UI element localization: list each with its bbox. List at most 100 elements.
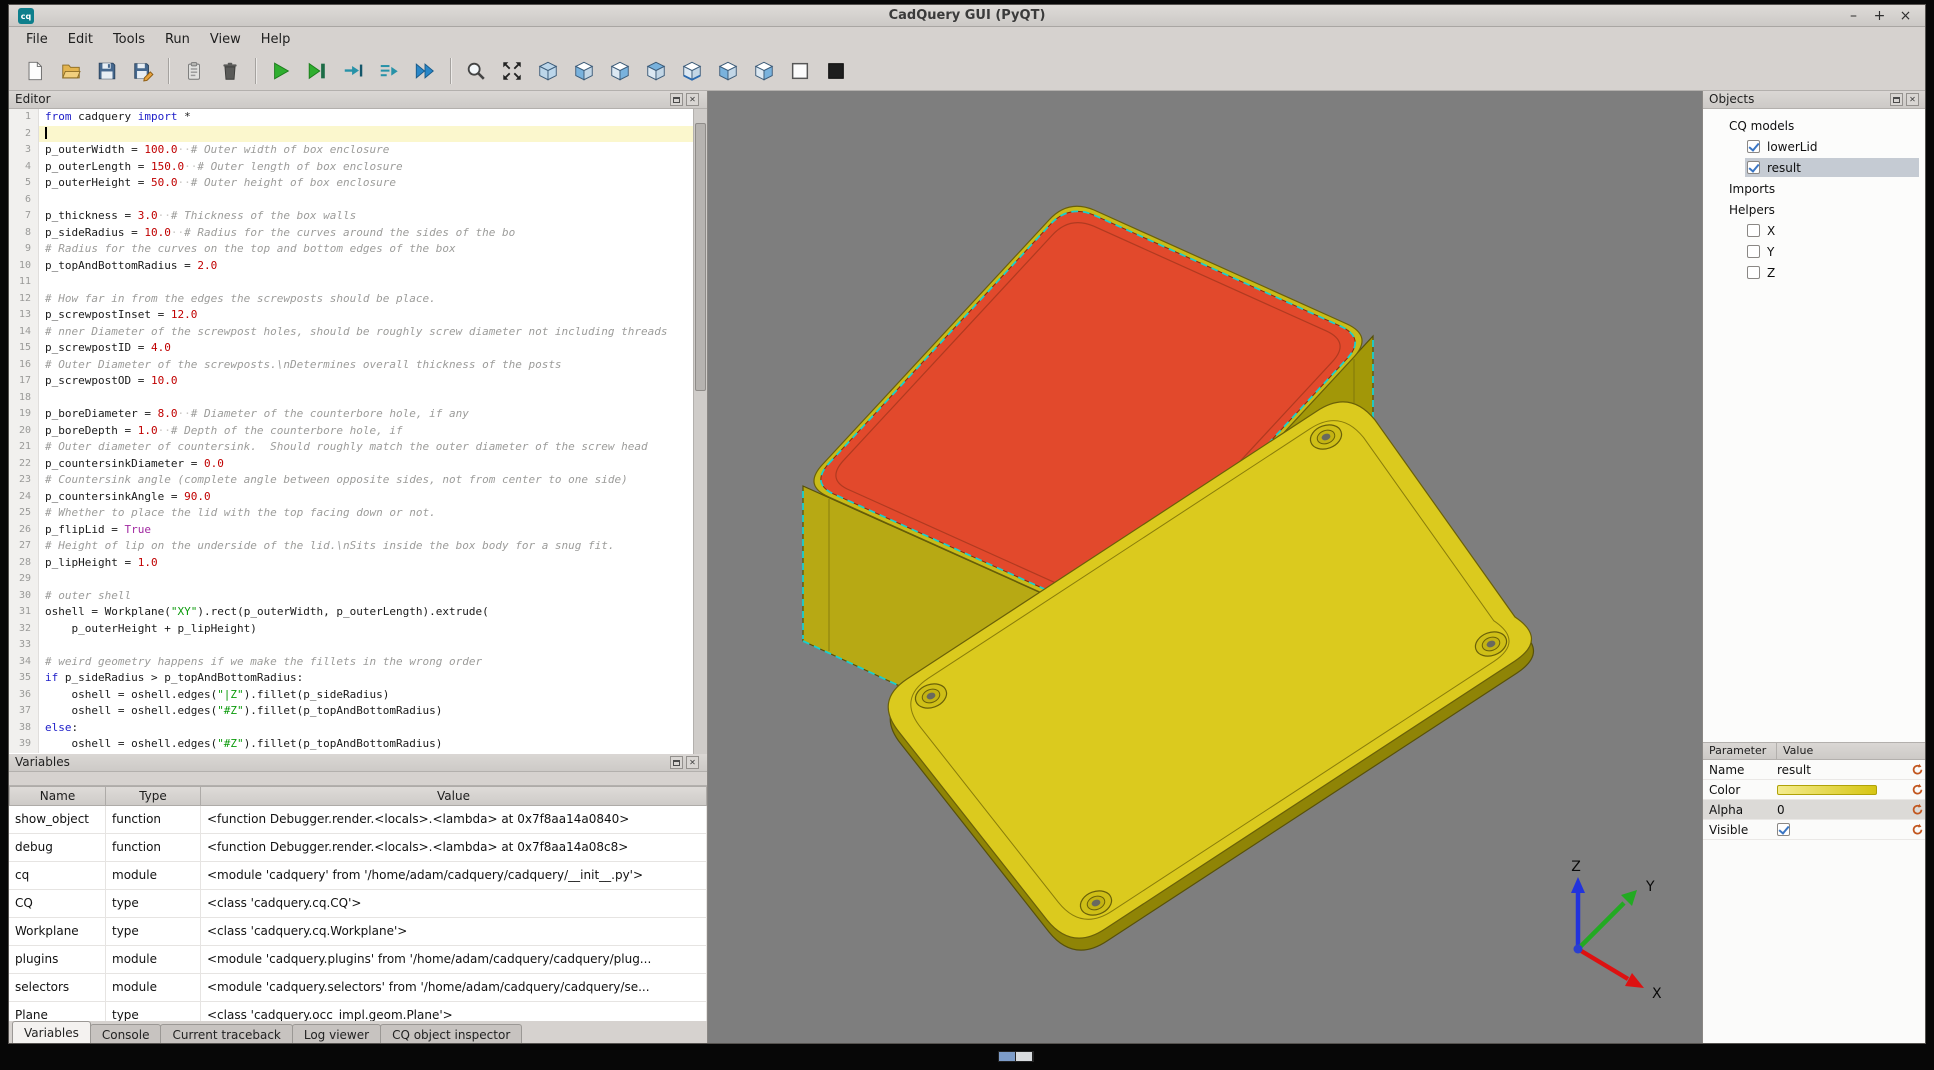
code-line-11[interactable]: 11 [9, 274, 693, 291]
param-value-color[interactable] [1777, 785, 1907, 795]
editor-close-button[interactable]: ✕ [686, 93, 699, 106]
open-file-button[interactable] [57, 57, 85, 85]
code-line-25[interactable]: 25# Whether to place the lid with the to… [9, 505, 693, 522]
code-line-3[interactable]: 3p_outerWidth = 100.0··# Outer width of … [9, 142, 693, 159]
maximize-button[interactable]: + [1872, 6, 1887, 26]
code-line-7[interactable]: 7p_thickness = 3.0··# Thickness of the b… [9, 208, 693, 225]
delete-button[interactable] [216, 57, 244, 85]
tree-item-lowerlid[interactable]: lowerLid [1703, 136, 1926, 157]
code-line-5[interactable]: 5p_outerHeight = 50.0··# Outer height of… [9, 175, 693, 192]
menu-item-edit[interactable]: Edit [58, 30, 103, 49]
code-line-24[interactable]: 24p_countersinkAngle = 90.0 [9, 489, 693, 506]
code-line-1[interactable]: 1from cadquery import * [9, 109, 693, 126]
code-line-9[interactable]: 9# Radius for the curves on the top and … [9, 241, 693, 258]
code-line-8[interactable]: 8p_sideRadius = 10.0··# Radius for the c… [9, 225, 693, 242]
code-line-30[interactable]: 30# outer shell [9, 588, 693, 605]
variables-column-header[interactable]: Value [201, 786, 707, 806]
variables-row-plane[interactable]: Planetype<class 'cadquery.occ_impl.geom.… [9, 1002, 707, 1021]
code-line-26[interactable]: 26p_flipLid = True [9, 522, 693, 539]
code-editor[interactable]: 1from cadquery import *23p_outerWidth = … [9, 109, 693, 754]
visible-checkbox[interactable] [1777, 823, 1790, 836]
code-line-33[interactable]: 33 [9, 637, 693, 654]
continue-button[interactable] [411, 57, 439, 85]
tree-item-result[interactable]: result [1703, 157, 1926, 178]
variables-close-button[interactable]: ✕ [686, 756, 699, 769]
code-line-19[interactable]: 19p_boreDiameter = 8.0··# Diameter of th… [9, 406, 693, 423]
save-as-button[interactable] [129, 57, 157, 85]
desktop-pager[interactable] [998, 1051, 1034, 1062]
tree-item-cq-models[interactable]: CQ models [1703, 115, 1926, 136]
variables-row-plugins[interactable]: pluginsmodule<module 'cadquery.plugins' … [9, 946, 707, 974]
code-line-28[interactable]: 28p_lipHeight = 1.0 [9, 555, 693, 572]
view-iso-button[interactable] [534, 57, 562, 85]
viewport-canvas[interactable]: Z Y X [708, 91, 1703, 1044]
code-line-32[interactable]: 32 p_outerHeight + p_lipHeight) [9, 621, 693, 638]
code-line-14[interactable]: 14# nner Diameter of the screwpost holes… [9, 324, 693, 341]
x-checkbox[interactable] [1747, 224, 1760, 237]
menu-item-run[interactable]: Run [155, 30, 200, 49]
minimize-button[interactable]: – [1846, 6, 1861, 26]
code-line-39[interactable]: 39 oshell = oshell.edges("#Z").fillet(p_… [9, 736, 693, 753]
reset-button[interactable] [1907, 763, 1926, 776]
copy-button[interactable] [180, 57, 208, 85]
view-front-button[interactable] [570, 57, 598, 85]
zoom-button[interactable] [462, 57, 490, 85]
code-line-36[interactable]: 36 oshell = oshell.edges("|Z").fillet(p_… [9, 687, 693, 704]
fit-view-button[interactable] [498, 57, 526, 85]
z-checkbox[interactable] [1747, 266, 1760, 279]
tab-log-viewer[interactable]: Log viewer [292, 1024, 381, 1044]
reset-button[interactable] [1907, 783, 1926, 796]
debug-button[interactable] [303, 57, 331, 85]
code-line-29[interactable]: 29 [9, 571, 693, 588]
code-line-22[interactable]: 22p_countersinkDiameter = 0.0 [9, 456, 693, 473]
tree-item-z[interactable]: Z [1703, 262, 1926, 283]
code-line-21[interactable]: 21# Outer diameter of countersink. Shoul… [9, 439, 693, 456]
variables-column-header[interactable]: Type [106, 786, 201, 806]
code-line-34[interactable]: 34# weird geometry happens if we make th… [9, 654, 693, 671]
code-line-4[interactable]: 4p_outerLength = 150.0··# Outer length o… [9, 159, 693, 176]
code-line-6[interactable]: 6 [9, 192, 693, 209]
code-line-18[interactable]: 18 [9, 390, 693, 407]
variables-float-button[interactable] [670, 756, 683, 769]
workspace-cell[interactable] [1016, 1052, 1032, 1061]
code-line-31[interactable]: 31oshell = Workplane("XY").rect(p_outerW… [9, 604, 693, 621]
code-line-13[interactable]: 13p_screwpostInset = 12.0 [9, 307, 693, 324]
view-top-button[interactable] [642, 57, 670, 85]
y-checkbox[interactable] [1747, 245, 1760, 258]
tab-current-traceback[interactable]: Current traceback [160, 1024, 292, 1044]
variables-row-show-object[interactable]: show_objectfunction<function Debugger.re… [9, 806, 707, 834]
step-into-button[interactable] [339, 57, 367, 85]
wireframe-button[interactable] [786, 57, 814, 85]
tree-item-imports[interactable]: Imports [1703, 178, 1926, 199]
menu-item-view[interactable]: View [200, 30, 251, 49]
objects-close-button[interactable]: ✕ [1906, 93, 1919, 106]
variables-row-workplane[interactable]: Workplanetype<class 'cadquery.cq.Workpla… [9, 918, 707, 946]
view-right-button[interactable] [750, 57, 778, 85]
code-line-37[interactable]: 37 oshell = oshell.edges("#Z").fillet(p_… [9, 703, 693, 720]
code-line-27[interactable]: 27# Height of lip on the underside of th… [9, 538, 693, 555]
step-over-button[interactable] [375, 57, 403, 85]
shaded-button[interactable] [822, 57, 850, 85]
objects-float-button[interactable] [1890, 93, 1903, 106]
variables-row-cq[interactable]: CQtype<class 'cadquery.cq.CQ'> [9, 890, 707, 918]
param-value-visible[interactable] [1777, 823, 1907, 836]
param-value-alpha[interactable]: 0 [1777, 803, 1907, 817]
reset-button[interactable] [1907, 823, 1926, 836]
variables-row-selectors[interactable]: selectorsmodule<module 'cadquery.selecto… [9, 974, 707, 1002]
code-line-38[interactable]: 38else: [9, 720, 693, 737]
view-left-button[interactable] [714, 57, 742, 85]
save-file-button[interactable] [93, 57, 121, 85]
reset-button[interactable] [1907, 803, 1926, 816]
variables-column-header[interactable]: Name [9, 786, 106, 806]
tab-cq-object-inspector[interactable]: CQ object inspector [380, 1024, 522, 1044]
variables-row-cq[interactable]: cqmodule<module 'cadquery' from '/home/a… [9, 862, 707, 890]
run-button[interactable] [267, 57, 295, 85]
variables-row-debug[interactable]: debugfunction<function Debugger.render.<… [9, 834, 707, 862]
menu-item-file[interactable]: File [16, 30, 58, 49]
tab-variables[interactable]: Variables [12, 1021, 91, 1044]
tree-item-helpers[interactable]: Helpers [1703, 199, 1926, 220]
lowerlid-checkbox[interactable] [1747, 140, 1760, 153]
tree-item-x[interactable]: X [1703, 220, 1926, 241]
code-line-2[interactable]: 2 [9, 126, 693, 143]
code-line-12[interactable]: 12# How far in from the edges the screwp… [9, 291, 693, 308]
